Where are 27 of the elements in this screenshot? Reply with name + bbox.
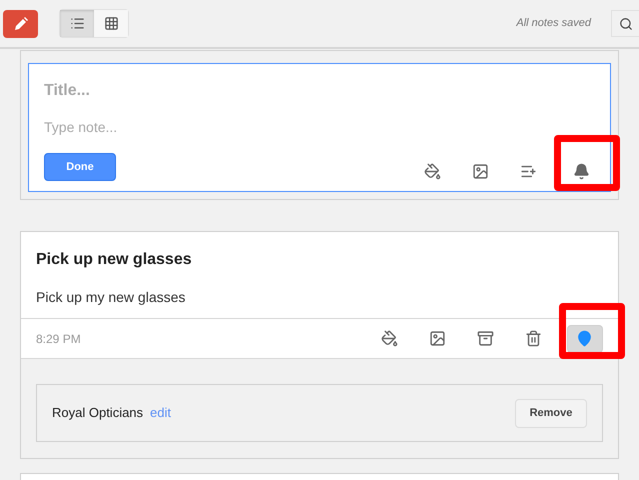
done-button[interactable]: Done xyxy=(44,153,116,181)
bell-icon xyxy=(572,162,590,180)
search-icon xyxy=(618,16,632,30)
note-time: 8:29 PM xyxy=(36,330,81,348)
trash-icon xyxy=(524,330,542,347)
list-icon xyxy=(70,16,84,31)
paint-bucket-icon xyxy=(424,162,440,180)
archive-icon xyxy=(476,330,494,347)
toolbar-button[interactable] xyxy=(566,324,602,352)
title-field[interactable]: Title... xyxy=(44,79,595,103)
grid-icon xyxy=(104,16,118,31)
remove-button[interactable]: Remove xyxy=(515,398,587,428)
note-title: Pick up new glasses xyxy=(36,250,193,270)
pencil-icon xyxy=(12,16,28,32)
image-icon xyxy=(472,162,488,180)
paint-bucket-icon xyxy=(380,330,398,347)
note-body: Pick up my new glasses xyxy=(36,288,186,307)
new-note-button[interactable] xyxy=(3,10,38,38)
save-status: All notes saved xyxy=(516,16,591,32)
list-view-button[interactable] xyxy=(60,10,94,37)
search-button[interactable] xyxy=(611,10,639,37)
location-pin-icon xyxy=(576,330,593,347)
note-field[interactable]: Type note... xyxy=(44,117,595,138)
grid-view-button[interactable] xyxy=(94,10,128,37)
edit-link[interactable]: edit xyxy=(150,403,172,423)
place-name: Royal Opticians xyxy=(52,404,144,422)
image-icon xyxy=(428,330,446,347)
